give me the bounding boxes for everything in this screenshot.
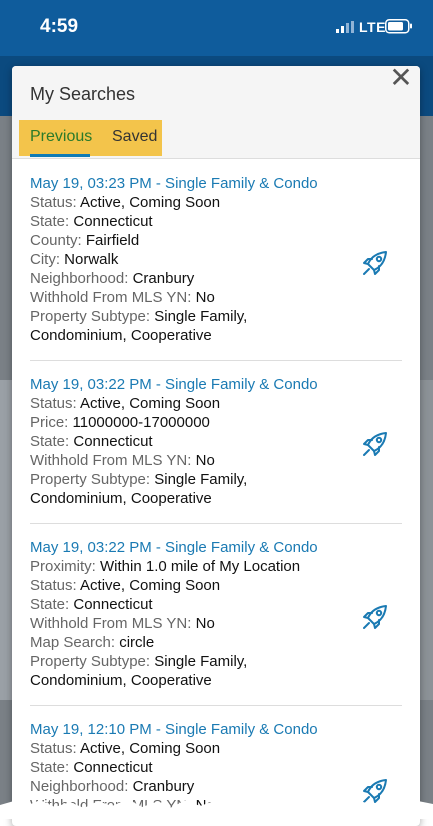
network-label: LTE [359,19,386,35]
field-row: Status: Active, Coming Soon [30,194,221,211]
tab-bar: Previous Saved [19,120,162,157]
field-row: Neighborhood: Cranbury [30,778,195,795]
field-row: Status: Active, Coming Soon [30,740,221,757]
field-row: State: Connecticut [30,596,153,613]
field-row: Status: Active, Coming Soon [30,395,221,412]
tab-previous[interactable]: Previous [30,128,92,146]
field-row: Condominium, Cooperative [30,672,212,689]
tab-saved[interactable]: Saved [112,128,157,146]
field-row: Price: 11000000-17000000 [30,414,210,431]
search-item[interactable]: May 19, 03:22 PM - Single Family & Condo… [30,375,402,508]
divider [30,705,402,706]
rocket-icon[interactable] [360,248,390,283]
rocket-icon[interactable] [360,602,390,637]
my-searches-modal: My Searches Previous Saved May 19, 03:23… [12,66,420,826]
field-row: Withhold From MLS YN: No [30,615,215,632]
field-row: Proximity: Within 1.0 mile of My Locatio… [30,558,301,575]
rocket-icon[interactable] [360,429,390,464]
field-row: Condominium, Cooperative [30,490,212,507]
battery-icon [385,19,412,34]
modal-title: My Searches [30,84,136,104]
status-time: 4:59 [40,16,79,37]
field-row: Status: Active, Coming Soon [30,577,221,594]
field-row: Withhold From MLS YN: No [30,452,215,469]
close-icon[interactable]: ✕ [386,64,416,94]
field-row: State: Connecticut [30,213,153,230]
divider [30,523,402,524]
field-row: Condominium, Cooperative [30,327,212,344]
active-tab-indicator [30,154,90,157]
torn-edge-decoration [0,799,433,819]
search-title-link[interactable]: May 19, 12:10 PM - Single Family & Condo [30,720,402,739]
search-item[interactable]: May 19, 03:23 PM - Single Family & Condo… [30,174,402,345]
field-row: State: Connecticut [30,759,153,776]
field-row: Withhold From MLS YN: No [30,289,215,306]
signal-icon [336,21,354,33]
search-item[interactable]: May 19, 03:22 PM - Single Family & Condo… [30,538,402,690]
field-row: Map Search: circle [30,634,155,651]
modal-header: My Searches Previous Saved [12,66,420,159]
field-row: Property Subtype: Single Family, [30,471,248,488]
field-row: County: Fairfield [30,232,140,249]
field-row: Neighborhood: Cranbury [30,270,195,287]
search-title-link[interactable]: May 19, 03:22 PM - Single Family & Condo [30,538,402,557]
field-row: State: Connecticut [30,433,153,450]
divider [30,360,402,361]
search-title-link[interactable]: May 19, 03:23 PM - Single Family & Condo [30,174,402,193]
field-row: Property Subtype: Single Family, [30,308,248,325]
search-title-link[interactable]: May 19, 03:22 PM - Single Family & Condo [30,375,402,394]
field-row: City: Norwalk [30,251,119,268]
status-bar: 4:59 LTE [0,0,433,56]
field-row: Property Subtype: Single Family, [30,653,248,670]
